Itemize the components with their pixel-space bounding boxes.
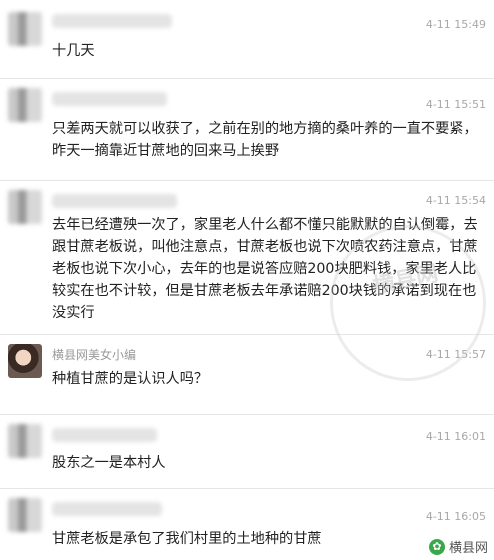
comment-text: 股东之一是本村人 [52, 455, 166, 471]
author-name[interactable] [52, 92, 167, 106]
comment-time: 4-11 15:54 [425, 194, 486, 207]
divider [0, 180, 494, 181]
comment-time: 4-11 16:05 [425, 510, 486, 523]
author-name[interactable] [52, 502, 162, 516]
avatar[interactable] [8, 190, 42, 224]
comment-text: 甘蔗老板是承包了我们村里的土地种的甘蔗 [52, 531, 322, 547]
author-name[interactable] [52, 428, 157, 442]
author-name[interactable]: 横县网美女小编 [52, 348, 136, 362]
divider [0, 334, 494, 335]
comment-time: 4-11 15:51 [425, 98, 486, 111]
brand-label: 横县网 [448, 541, 488, 556]
wechat-icon: ✿ [428, 538, 445, 555]
comment-time: 4-11 15:57 [425, 348, 486, 361]
divider [0, 414, 494, 415]
avatar[interactable] [8, 344, 42, 378]
comment-text: 种植甘蔗的是认识人吗？ [52, 371, 209, 387]
comment-time: 4-11 16:01 [425, 430, 486, 443]
avatar[interactable] [8, 424, 42, 458]
comment-text: 只差两天就可以收获了，之前在别的地方摘的桑叶养的一直不要紧，昨天一摘靠近甘蔗地的… [52, 121, 478, 159]
comment-text: 去年已经遭殃一次了，家里老人什么都不懂只能默默的自认倒霉，去跟甘蔗老板说，叫他注… [52, 217, 478, 321]
author-name[interactable] [52, 194, 177, 208]
comment-time: 4-11 15:49 [425, 18, 486, 31]
author-name[interactable] [52, 14, 172, 28]
avatar[interactable] [8, 12, 42, 46]
divider [0, 488, 494, 489]
comment-text: 十几天 [52, 43, 95, 59]
avatar[interactable] [8, 498, 42, 532]
brand-badge: ✿ 横县网 [428, 537, 488, 556]
avatar[interactable] [8, 88, 42, 122]
divider [0, 78, 494, 79]
